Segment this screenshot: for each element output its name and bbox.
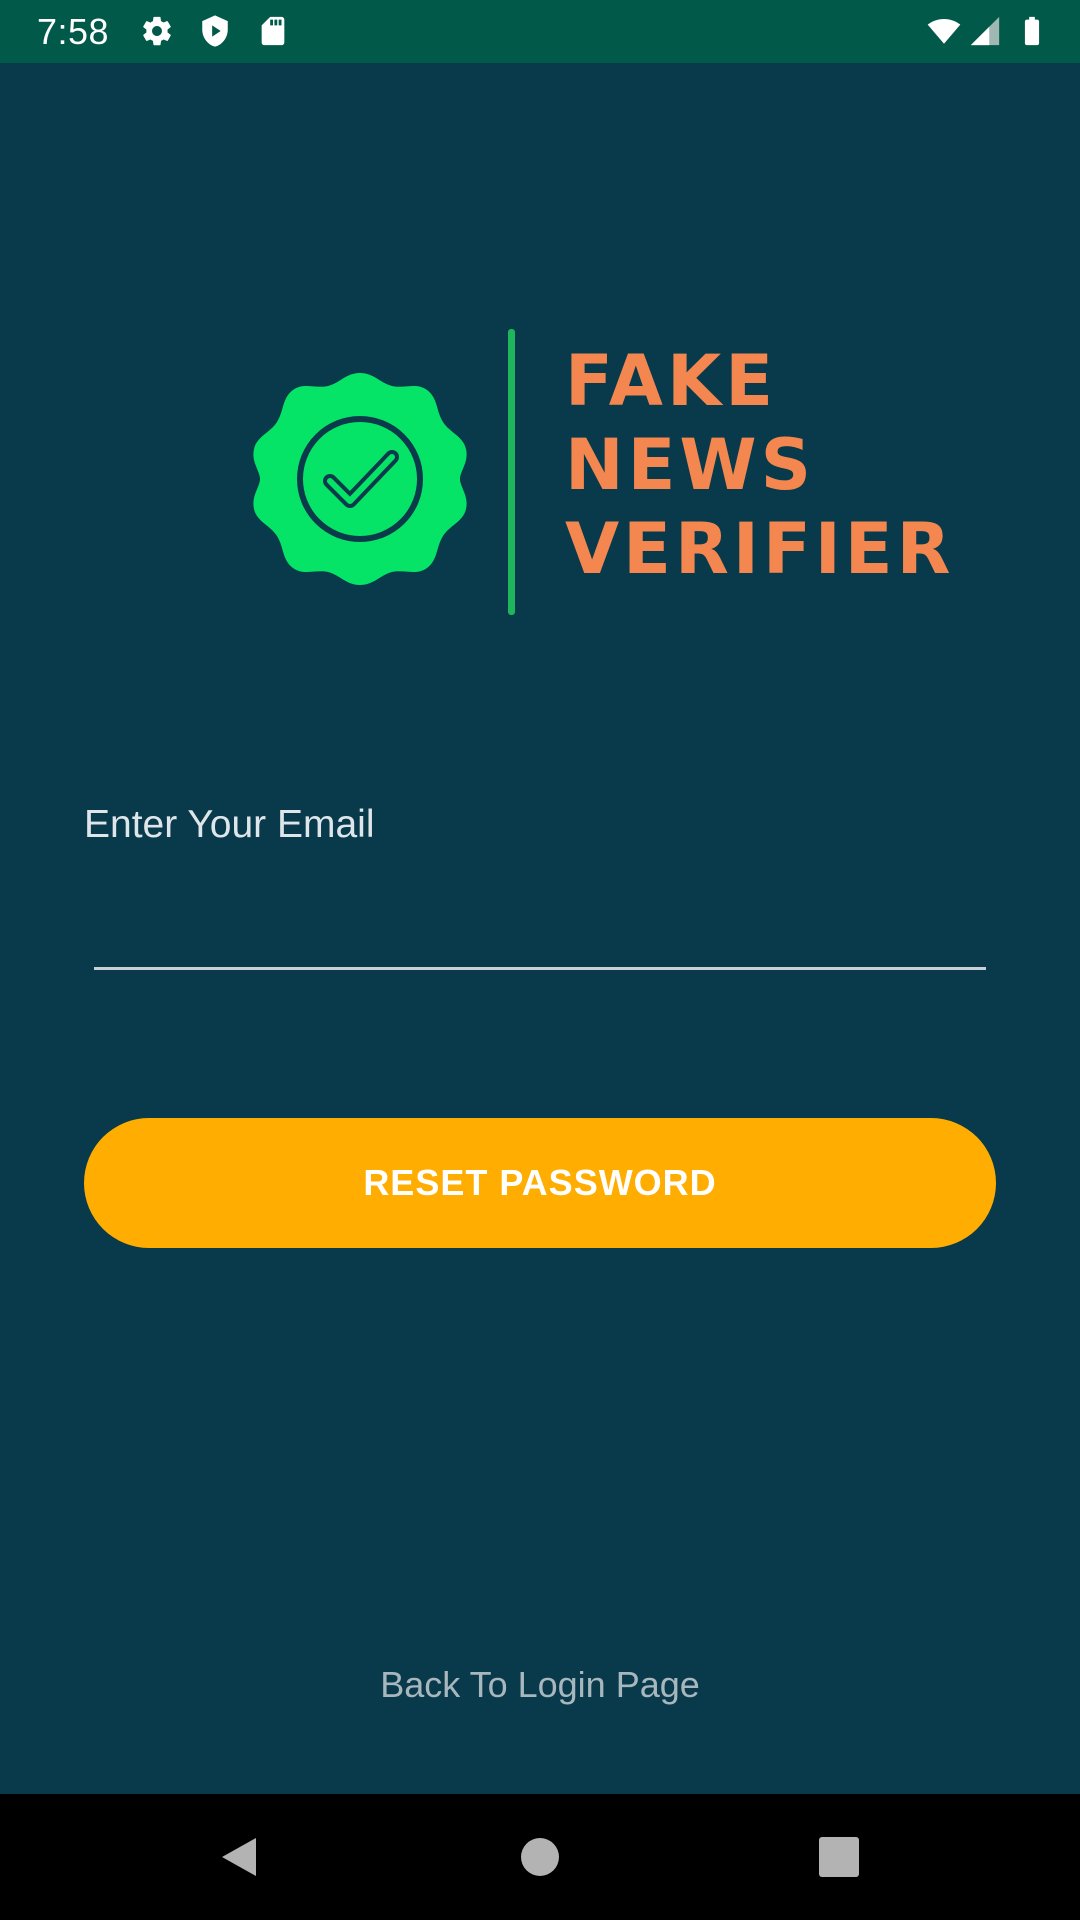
status-bar: 7:58: [0, 0, 1080, 63]
gear-icon: [140, 14, 174, 48]
navigation-bar: [0, 1794, 1080, 1920]
status-time: 7:58: [37, 11, 110, 52]
back-icon[interactable]: [214, 1832, 264, 1882]
battery-icon: [1014, 14, 1050, 48]
forgot-password-screen: 7:58 FAKE NEWS VERIFIER Enter Your Email…: [0, 0, 1080, 1920]
back-to-login-link[interactable]: Back To Login Page: [0, 1660, 1080, 1710]
logo-wordmark: FAKE NEWS VERIFIER: [565, 339, 955, 591]
check-badge-icon: [250, 369, 470, 589]
recents-icon[interactable]: [814, 1832, 864, 1882]
email-label: Enter Your Email: [84, 803, 375, 846]
logo-line-fake: FAKE: [565, 340, 778, 422]
home-icon[interactable]: [515, 1832, 565, 1882]
app-logo: FAKE NEWS VERIFIER: [250, 325, 951, 615]
logo-line-news: NEWS: [565, 424, 816, 506]
logo-divider: [508, 329, 515, 615]
logo-line-verifier: VERIFIER: [565, 508, 955, 590]
shield-play-icon: [198, 14, 232, 48]
wifi-icon: [924, 14, 964, 48]
reset-password-button[interactable]: RESET PASSWORD: [84, 1118, 996, 1248]
cellular-signal-icon: [968, 14, 1002, 48]
sd-card-icon: [256, 14, 290, 48]
email-field[interactable]: [94, 880, 986, 970]
